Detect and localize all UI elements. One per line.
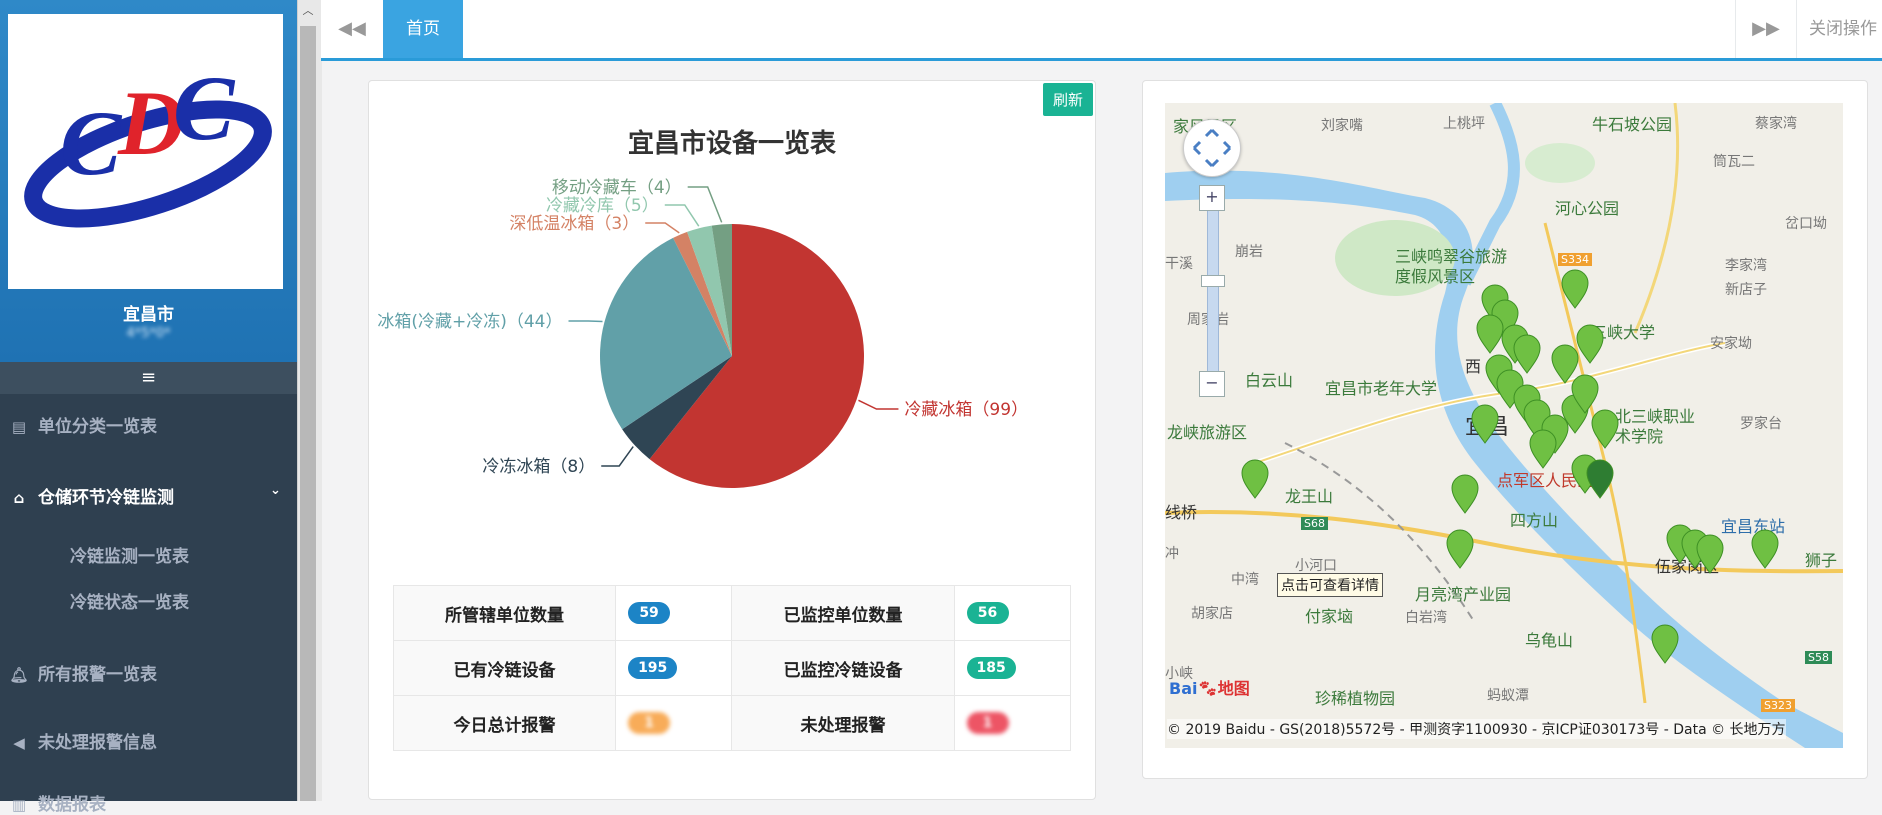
map-marker-icon[interactable] [1241,459,1269,499]
baidu-map[interactable]: 家风景区 刘家嘴 上桃坪 牛石坡公园 蔡家湾 筒瓦二 河心公园 岔口坳 三峡鸣翠… [1165,103,1843,748]
pie-label-line [664,204,700,227]
cdc-logo: C D C [8,14,283,289]
pie-label-line [568,320,603,323]
sidebar-city: 宜昌市 [123,305,174,325]
pie-label: 冰箱(冷藏+冷冻)（44） [377,312,562,332]
map-pan-control[interactable] [1183,119,1241,177]
pie-label: 深低温冰箱（3） [509,214,639,234]
tab-bar: ◀◀ 首页 ▶▶ 关闭操作 [321,0,1882,61]
bell-icon: 🔔︎ [9,666,29,684]
clipboard-icon: ▤ [11,418,27,436]
sidebar-item-unhandled-alarms[interactable]: ◀ 未处理报警信息 [0,728,297,753]
table-row: 所管辖单位数量 59 已监控单位数量 56 [392,585,1072,641]
pie-label: 移动冷藏车（4） [552,178,682,198]
sidebar-item-label: 所有报警一览表 [38,665,157,685]
map-marker-icon[interactable] [1696,534,1724,574]
bullhorn-icon: ◀ [13,734,25,752]
stat-label: 今日总计报警 [392,695,617,751]
zoom-slider-handle[interactable] [1201,275,1225,287]
sidebar-item-cold-chain[interactable]: ⌂ 仓储环节冷链监测 ⌄ [0,483,297,508]
sidebar-subitem-status-list[interactable]: 冷链状态一览表 [70,588,189,613]
sidebar-item-label: 单位分类一览表 [38,417,157,437]
chevron-down-icon: ⌄ [270,483,281,498]
stat-badge: 59 [628,602,671,624]
map-marker-icon[interactable] [1751,529,1779,569]
pie-label: 冷藏冷库（5） [546,196,659,216]
map-marker-icon[interactable] [1576,324,1604,364]
sidebar-item-label: 未处理报警信息 [38,733,157,753]
chart-icon: ▥ [11,796,27,814]
pie-chart: 冷藏冰箱（99） 冷冻冰箱（8） 冰箱(冷藏+冷冻)（44） 深低温冰箱（3）冷藏冷库… [377,178,1028,488]
home-icon: ⌂ [13,489,25,507]
sidebar-brand: C D C 宜昌市 4*5*0* [0,0,297,362]
sidebar-item-all-alarms[interactable]: 🔔︎ 所有报警一览表 [0,660,297,685]
pie-label-line [601,446,634,467]
map-marker-icon[interactable] [1651,624,1679,664]
device-chart-panel: 刷新 宜昌市设备一览表 冷藏冰箱（99） 冷冻冰箱（8） 冰箱(冷藏+冷冻)（44）… [368,80,1096,800]
sidebar-item-label: 仓储环节冷链监测 [38,488,174,508]
zoom-in-button[interactable]: + [1199,185,1225,211]
baidu-logo: Bai🐾︎地图 [1169,679,1250,698]
svg-text:C: C [173,57,236,159]
stat-badge: 1 [628,712,671,734]
scrollbar-thumb[interactable] [300,26,316,801]
map-panel: 家风景区 刘家嘴 上桃坪 牛石坡公园 蔡家湾 筒瓦二 河心公园 岔口坳 三峡鸣翠… [1142,80,1868,779]
stat-label: 未处理报警 [731,695,955,751]
map-markers[interactable] [1165,103,1843,748]
map-marker-icon[interactable] [1476,314,1504,354]
map-marker-icon[interactable] [1551,344,1579,384]
tab-next-icon[interactable]: ▶▶ [1735,0,1797,58]
stat-label: 已有冷链设备 [392,640,617,696]
stats-table: 所管辖单位数量 59 已监控单位数量 56 已有冷链设备 195 已监控冷链设备… [392,585,1072,751]
svg-text:C: C [60,92,123,194]
table-row: 已有冷链设备 195 已监控冷链设备 185 [392,640,1072,696]
pie-label-line [645,222,680,234]
map-marker-icon[interactable] [1513,334,1541,374]
sidebar-item-label: 数据报表 [38,795,106,815]
map-marker-icon[interactable] [1591,409,1619,449]
map-marker-icon[interactable] [1446,529,1474,569]
pie-label-line [858,399,899,410]
sidebar-item-unit-list[interactable]: ▤ 单位分类一览表 [0,412,297,437]
sidebar-subitem-monitor-list[interactable]: 冷链监测一览表 [70,542,189,567]
stat-badge: 1 [966,712,1009,734]
map-marker-icon[interactable] [1451,474,1479,514]
stat-badge: 56 [966,602,1009,624]
stat-label: 已监控单位数量 [731,585,955,641]
pie-label: 冷冻冰箱（8） [482,457,595,477]
tab-prev-icon[interactable]: ◀◀ [321,0,384,58]
sidebar-user: 4*5*0* [126,326,171,341]
pie-label: 冷藏冰箱（99） [904,400,1028,420]
close-operations-button[interactable]: 关闭操作 [1809,0,1882,58]
stat-badge: 195 [628,657,678,679]
sidebar: C D C 宜昌市 4*5*0* ≡ ▤ 单位分类一览表 ⌂ 仓储环节冷链监测 ⌄ … [0,0,297,815]
zoom-out-button[interactable]: − [1199,371,1225,397]
sidebar-item-reports[interactable]: ▥ 数据报表 [0,790,297,815]
map-marker-icon[interactable] [1529,429,1557,469]
map-copyright: © 2019 Baidu - GS(2018)5572号 - 甲测资字11009… [1167,719,1786,739]
map-marker-icon[interactable] [1561,269,1589,309]
map-tooltip: 点击可查看详情 [1277,573,1383,597]
stat-badge: 185 [966,657,1016,679]
map-marker-icon[interactable] [1586,459,1614,499]
table-row: 今日总计报警 1 未处理报警 1 [392,695,1072,751]
stat-label: 已监控冷链设备 [731,640,955,696]
map-marker-icon[interactable] [1471,404,1499,444]
zoom-slider-track[interactable] [1207,199,1219,387]
stat-label: 所管辖单位数量 [392,585,617,641]
scroll-up-icon[interactable]: ︿ [300,0,316,22]
menu-toggle-icon[interactable]: ≡ [0,362,297,394]
tab-home[interactable]: 首页 [383,0,463,58]
